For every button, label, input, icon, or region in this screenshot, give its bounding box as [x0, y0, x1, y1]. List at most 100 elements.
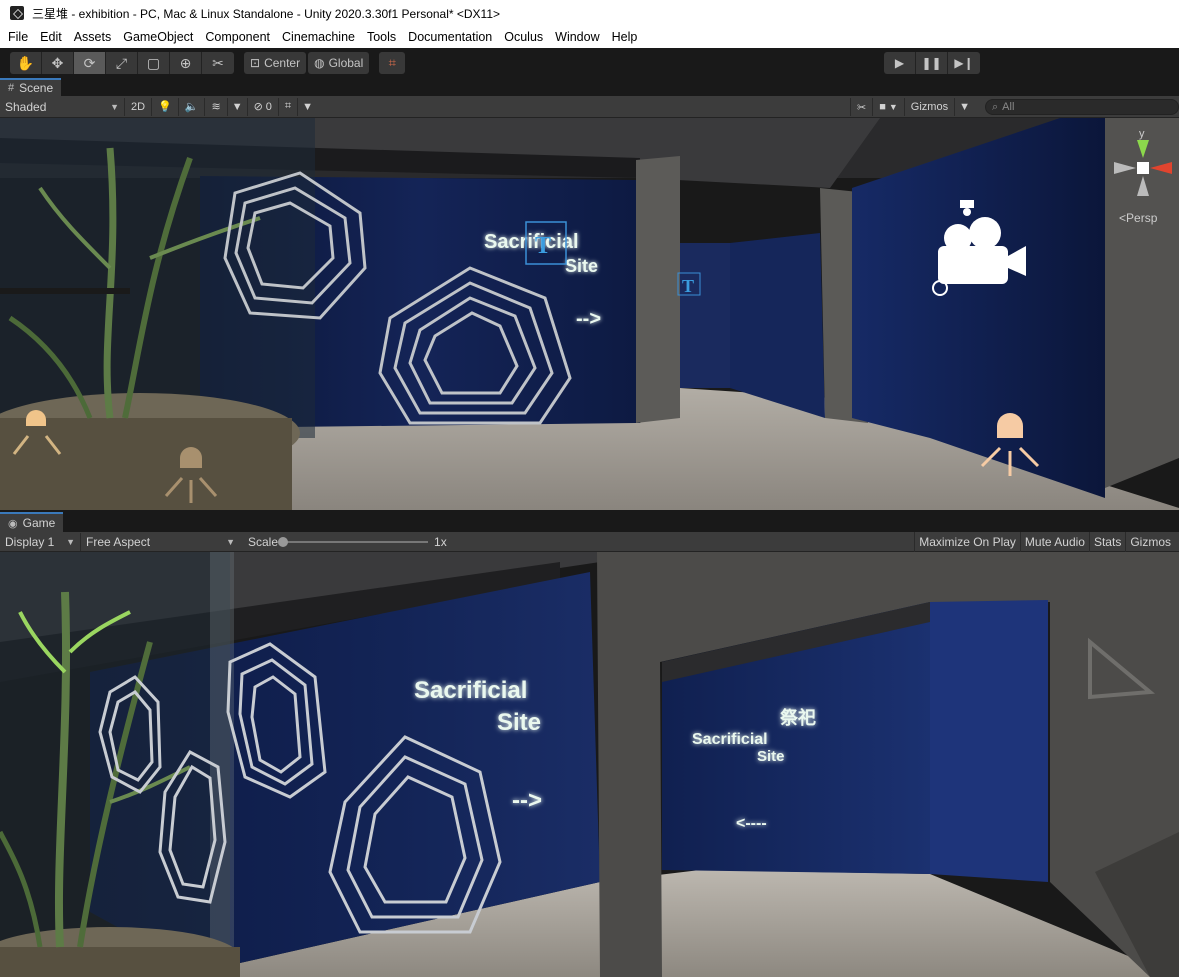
grid-dropdown[interactable]: ▼ — [297, 97, 317, 116]
game-tab-header: ◉ Game — [0, 512, 1179, 532]
scene-right-controls: ✂ ■ ▼ Gizmos ▼ — [850, 98, 974, 116]
step-button[interactable]: ▶❙ — [948, 52, 980, 74]
menu-component[interactable]: Component — [199, 30, 276, 44]
game-control-bar: Display 1 ▼ Free Aspect ▼ Scale 1x Maxim… — [0, 532, 1179, 552]
menu-edit[interactable]: Edit — [34, 30, 68, 44]
menu-file[interactable]: File — [2, 30, 34, 44]
scene-tab-header: # Scene — [0, 78, 1179, 96]
game-far-sign-line2: Site — [757, 748, 785, 765]
grid-snap-icon: ⌗ — [388, 55, 396, 70]
text-gizmo-icon: T — [535, 233, 551, 259]
scene-tab-label: Scene — [19, 81, 54, 95]
scale-slider[interactable] — [278, 536, 429, 547]
shading-mode-value: Shaded — [5, 99, 47, 114]
grid-snap-button[interactable]: ⌗ — [379, 52, 406, 74]
chevron-down-icon: ▼ — [888, 102, 898, 112]
title-bar: 三星堆 - exhibition - PC, Mac & Linux Stand… — [0, 0, 1179, 26]
move-tool-button[interactable]: ✥ — [42, 52, 74, 74]
persp-label: <Persp — [1119, 211, 1158, 225]
shading-mode-dropdown[interactable]: Shaded ▼ — [0, 98, 124, 116]
scale-tool-button[interactable]: ⤢ — [106, 52, 138, 74]
chevron-down-icon: ▼ — [66, 536, 75, 547]
step-icon: ▶❙ — [954, 56, 974, 70]
maximize-on-play-toggle[interactable]: Maximize On Play — [914, 532, 1020, 552]
display-dropdown[interactable]: Display 1 ▼ — [0, 533, 80, 551]
aspect-dropdown[interactable]: Free Aspect ▼ — [80, 532, 240, 551]
play-icon: ▶ — [894, 56, 905, 70]
hidden-count: 0 — [265, 100, 272, 113]
menu-gameobject[interactable]: GameObject — [117, 30, 199, 44]
grid-icon: # — [8, 82, 15, 94]
lighting-toggle[interactable]: 💡 — [151, 97, 178, 116]
game-tab-label: Game — [22, 516, 56, 530]
grid-toggle[interactable]: ⌗ — [277, 97, 297, 116]
pivot-label: Center — [264, 56, 301, 70]
custom-tool-button[interactable]: ✂ — [202, 52, 234, 74]
game-gizmos-label: Gizmos — [1130, 535, 1171, 549]
rotate-tool-button[interactable]: ⟳ — [74, 52, 106, 74]
scale-slider-thumb[interactable] — [278, 536, 289, 547]
text-gizmo-icon: T — [682, 276, 694, 296]
gizmos-label: Gizmos — [910, 101, 949, 113]
hand-tool-button[interactable]: ✋ — [10, 52, 42, 74]
main-toolbar: ✋ ✥ ⟳ ⤢ ▢ ⊕ ✂ ⊡ Center ◍ Global ⌗ ▶ ❚❚ ▶… — [0, 48, 1179, 78]
chevron-down-icon: ▼ — [231, 100, 243, 113]
display-value: Display 1 — [5, 534, 55, 549]
mode-2d-toggle[interactable]: 2D — [124, 97, 151, 116]
tab-game[interactable]: ◉ Game — [0, 512, 64, 532]
grid-icon: ⌗ — [284, 100, 292, 112]
camera-icon: ■ — [879, 101, 886, 113]
menu-tools[interactable]: Tools — [361, 30, 402, 44]
pause-button[interactable]: ❚❚ — [916, 52, 948, 74]
gizmos-toggle[interactable]: Gizmos — [903, 98, 954, 116]
lightbulb-icon: 💡 — [158, 101, 172, 113]
chevron-down-icon: ▼ — [226, 536, 235, 547]
layers-icon: ≋ — [211, 101, 221, 113]
scene-visibility-toggle[interactable]: ⊘ 0 — [246, 97, 278, 116]
game-sign-line2: Site — [497, 709, 541, 736]
camera-settings-button[interactable]: ■ ▼ — [872, 98, 904, 116]
tools-button[interactable]: ✂ — [850, 98, 872, 116]
effects-dropdown[interactable]: ▼ — [226, 97, 247, 116]
stats-toggle[interactable]: Stats — [1088, 532, 1125, 552]
chevron-down-icon: ▼ — [302, 100, 314, 113]
aspect-value: Free Aspect — [86, 534, 151, 549]
chevron-down-icon: ▼ — [959, 101, 970, 113]
play-button[interactable]: ▶ — [884, 52, 916, 74]
game-sign-arrow-left: <---- — [736, 815, 767, 832]
transform-tool-button[interactable]: ⊕ — [170, 52, 202, 74]
pivot-rotation-toggle[interactable]: ◍ Global — [308, 52, 370, 74]
pivot-mode-toggle[interactable]: ⊡ Center — [244, 52, 307, 74]
menu-oculus[interactable]: Oculus — [498, 30, 549, 44]
menu-cinemachine[interactable]: Cinemachine — [276, 30, 361, 44]
effects-toggle[interactable]: ≋ — [204, 97, 226, 116]
game-viewport[interactable]: Sacrificial Site --> Sacrificial Site 祭祀… — [0, 552, 1179, 977]
wrench-icon: ✂ — [857, 101, 867, 114]
game-gizmos-toggle[interactable]: Gizmos — [1125, 532, 1175, 552]
move-icon: ✥ — [51, 54, 64, 71]
scene-viewport[interactable]: Sacrificial Site --> T T y <Persp — [0, 118, 1179, 510]
menu-assets[interactable]: Assets — [68, 30, 118, 44]
chevron-down-icon: ▼ — [110, 101, 119, 112]
eye-slash-icon: ⊘ — [253, 101, 263, 113]
scale-icon: ⤢ — [115, 54, 128, 71]
space-label: Global — [328, 56, 364, 70]
gizmos-dropdown[interactable]: ▼ — [954, 98, 974, 116]
mute-label: Mute Audio — [1024, 535, 1085, 549]
menu-help[interactable]: Help — [606, 30, 644, 44]
game-sign-arrow-right: --> — [512, 787, 542, 814]
scene-search-input[interactable]: ⌕ All — [985, 99, 1179, 115]
axis-y-label: y — [1139, 128, 1145, 140]
menu-window[interactable]: Window — [549, 30, 605, 44]
menu-documentation[interactable]: Documentation — [402, 30, 498, 44]
audio-toggle[interactable]: 🔈 — [177, 97, 205, 116]
scene-sign-arrow: --> — [576, 308, 601, 330]
wrench-icon: ✂ — [212, 54, 224, 71]
maximize-label: Maximize On Play — [919, 535, 1016, 549]
scene-sign-line1: Sacrificial — [484, 231, 579, 253]
window-title: 三星堆 - exhibition - PC, Mac & Linux Stand… — [32, 6, 501, 21]
play-controls: ▶ ❚❚ ▶❙ — [884, 52, 980, 74]
mute-audio-toggle[interactable]: Mute Audio — [1019, 532, 1089, 552]
rect-tool-button[interactable]: ▢ — [138, 52, 170, 74]
tab-scene[interactable]: # Scene — [0, 78, 62, 96]
